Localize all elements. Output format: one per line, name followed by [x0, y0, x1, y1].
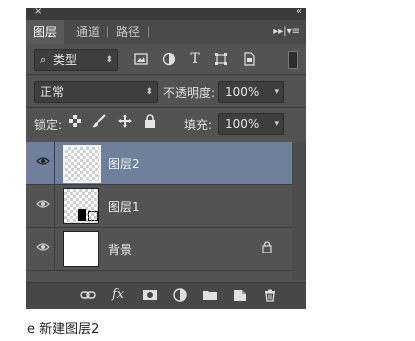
- selection-preview: [88, 211, 98, 221]
- layer-name[interactable]: 图层1: [108, 198, 140, 215]
- smart-object-filter-icon[interactable]: [242, 52, 256, 66]
- blend-mode-select[interactable]: 正常 ⬍: [34, 81, 158, 103]
- layer-thumbnail: [63, 231, 99, 267]
- type-filter-icon[interactable]: T: [188, 52, 202, 66]
- layer-filter-row: ⌕ 类型 ⬍ T: [26, 44, 306, 74]
- figure-caption: e 新建图层2: [27, 322, 100, 337]
- lock-row: 锁定: 填充: 100% ▾: [26, 108, 306, 138]
- fx-icon[interactable]: fx: [112, 287, 124, 303]
- mask-icon[interactable]: [142, 287, 158, 303]
- adjustment-layer-icon[interactable]: [172, 287, 188, 303]
- visibility-eye-icon[interactable]: [36, 242, 50, 252]
- blend-row: 正常 ⬍ 不透明度: 100% ▾: [26, 76, 306, 106]
- search-icon: ⌕: [40, 53, 47, 66]
- tab-divider: [148, 26, 149, 38]
- link-icon[interactable]: [80, 287, 96, 303]
- lock-transparent-pixels-icon[interactable]: [69, 115, 81, 130]
- chevron-down-icon[interactable]: ▾: [274, 114, 279, 134]
- divider: [54, 142, 55, 184]
- panel-menu-icon[interactable]: ▸▸|▾≡: [273, 20, 300, 44]
- filter-kind-label: 类型: [53, 53, 78, 67]
- collapse-panel-icon[interactable]: «: [296, 6, 302, 17]
- layer-row[interactable]: 图层2: [26, 142, 292, 185]
- image-filter-icon[interactable]: [134, 52, 148, 66]
- shape-filter-icon[interactable]: [214, 52, 228, 66]
- tab-channels[interactable]: 通道: [72, 20, 104, 44]
- layers-scrollbar[interactable]: [292, 142, 306, 280]
- panel-title-bar: × «: [26, 6, 306, 20]
- updown-arrows-icon: ⬍: [105, 55, 113, 65]
- lock-image-pixels-brush-icon[interactable]: [92, 114, 106, 131]
- close-panel-icon[interactable]: ×: [34, 6, 42, 17]
- layer-name[interactable]: 图层2: [108, 155, 140, 172]
- chevron-down-icon[interactable]: ▾: [274, 82, 279, 102]
- shape-preview: [78, 209, 86, 221]
- tab-layers[interactable]: 图层: [26, 20, 64, 44]
- divider: [26, 74, 306, 75]
- visibility-eye-icon[interactable]: [36, 199, 50, 209]
- opacity-value: 100%: [225, 85, 260, 99]
- tab-paths[interactable]: 路径: [112, 20, 144, 44]
- layers-list: 图层2 图层1 背景: [26, 142, 306, 280]
- new-layer-icon[interactable]: [232, 287, 248, 303]
- visibility-eye-icon[interactable]: [36, 156, 50, 166]
- filter-toggle-switch[interactable]: [288, 51, 298, 69]
- trash-icon[interactable]: [262, 287, 278, 303]
- fill-value: 100%: [225, 117, 260, 131]
- lock-position-move-icon[interactable]: [118, 114, 132, 131]
- group-folder-icon[interactable]: [202, 287, 218, 303]
- divider: [54, 228, 55, 270]
- blend-mode-value: 正常: [40, 85, 65, 99]
- opacity-field[interactable]: 100% ▾: [218, 81, 284, 103]
- layer-name[interactable]: 背景: [108, 241, 132, 258]
- layer-row[interactable]: 图层1: [26, 185, 292, 228]
- panel-bottom-toolbar: fx: [26, 282, 306, 309]
- lock-label: 锁定:: [34, 118, 63, 132]
- layer-thumbnail: [63, 188, 99, 224]
- filter-kind-select[interactable]: ⌕ 类型 ⬍: [34, 49, 118, 71]
- divider: [54, 185, 55, 227]
- fill-field[interactable]: 100% ▾: [218, 113, 284, 135]
- tab-divider: [107, 26, 108, 38]
- lock-all-icon[interactable]: [144, 114, 156, 131]
- layer-row[interactable]: 背景: [26, 228, 292, 271]
- opacity-label: 不透明度:: [163, 86, 216, 100]
- adjustment-filter-icon[interactable]: [162, 52, 176, 66]
- background-lock-icon: [262, 241, 272, 256]
- updown-arrows-icon: ⬍: [145, 87, 153, 97]
- layers-panel: × « 图层 通道 路径 ▸▸|▾≡ ⌕ 类型 ⬍ T 正常 ⬍ 不透明度: 1…: [26, 6, 306, 309]
- panel-tabs: 图层 通道 路径 ▸▸|▾≡: [26, 20, 306, 44]
- layer-thumbnail: [63, 145, 101, 183]
- fill-label: 填充:: [184, 118, 213, 132]
